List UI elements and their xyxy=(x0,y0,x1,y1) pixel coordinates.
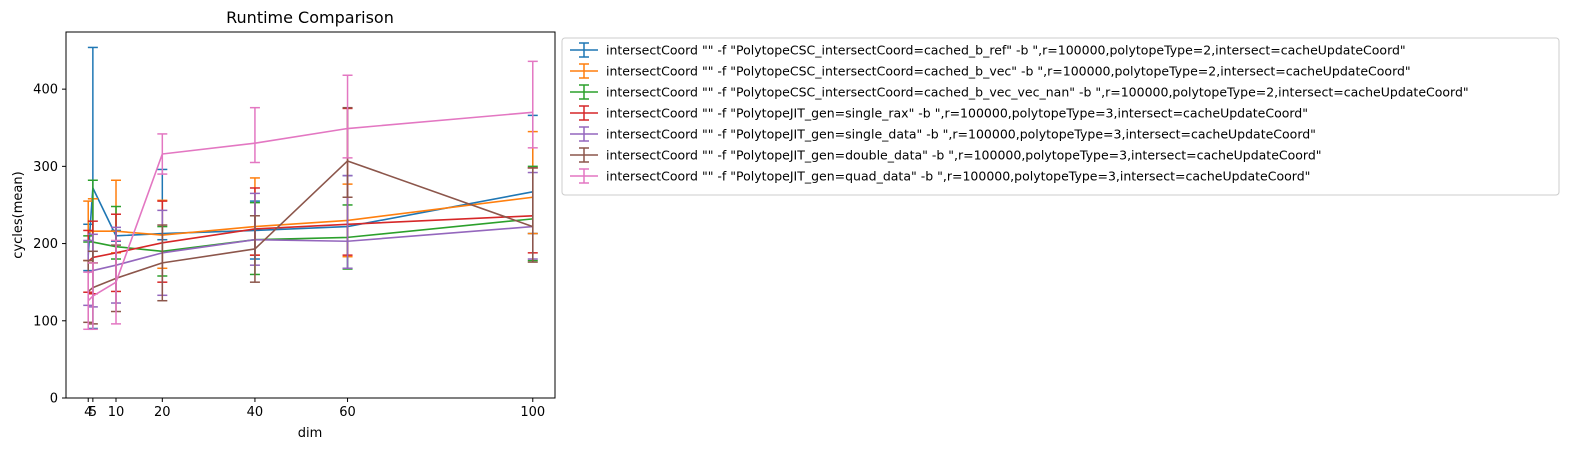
x-tick-label: 5 xyxy=(89,405,97,420)
y-tick-label: 400 xyxy=(33,83,58,98)
legend-label: intersectCoord "" -f "PolytopeJIT_gen=qu… xyxy=(606,169,1310,184)
legend-item: intersectCoord "" -f "PolytopeCSC_inters… xyxy=(570,84,1469,100)
y-tick-label: 100 xyxy=(33,314,58,329)
legend-item: intersectCoord "" -f "PolytopeJIT_gen=do… xyxy=(570,147,1322,163)
legend-item: intersectCoord "" -f "PolytopeJIT_gen=si… xyxy=(570,126,1316,142)
y-axis-label: cycles(mean) xyxy=(11,171,26,258)
x-tick-label: 20 xyxy=(154,405,171,420)
y-tick-label: 300 xyxy=(33,160,58,175)
x-tick-label: 10 xyxy=(108,405,125,420)
x-tick-label: 100 xyxy=(520,405,545,420)
y-tick-label: 0 xyxy=(50,392,58,407)
series-line xyxy=(87,111,533,302)
x-tick-label: 60 xyxy=(339,405,356,420)
x-tick-label: 40 xyxy=(247,405,264,420)
legend-label: intersectCoord "" -f "PolytopeJIT_gen=si… xyxy=(606,106,1308,121)
y-axis: 0 100 200 300 400 xyxy=(33,83,66,407)
x-axis-label: dim xyxy=(298,426,323,441)
chart: Runtime Comparison 45 10 20 40 60 100 0100200… xyxy=(11,8,1560,441)
legend-item: intersectCoord "" -f "PolytopeJIT_gen=qu… xyxy=(570,168,1310,184)
plot-frame xyxy=(65,31,556,399)
legend-label: intersectCoord "" -f "PolytopeJIT_gen=si… xyxy=(606,127,1316,142)
legend-label: intersectCoord "" -f "PolytopeCSC_inters… xyxy=(606,85,1469,100)
legend-label: intersectCoord "" -f "PolytopeCSC_inters… xyxy=(606,43,1406,58)
series-6 xyxy=(83,106,538,325)
legend-item: intersectCoord "" -f "PolytopeCSC_inters… xyxy=(570,42,1406,58)
series-2 xyxy=(83,130,538,270)
series-5 xyxy=(83,171,538,308)
legend-item: intersectCoord "" -f "PolytopeJIT_gen=si… xyxy=(570,105,1308,121)
series-1 xyxy=(83,46,538,330)
legend: intersectCoord "" -f "PolytopeCSC_inters… xyxy=(561,37,1560,196)
legend-item: intersectCoord "" -f "PolytopeCSC_inters… xyxy=(570,63,1411,79)
chart-title: Runtime Comparison xyxy=(226,8,394,27)
x-axis: 45 10 20 40 60 100 xyxy=(84,398,545,420)
y-tick-label: 200 xyxy=(33,237,58,252)
legend-label: intersectCoord "" -f "PolytopeCSC_inters… xyxy=(606,64,1411,79)
plot-area xyxy=(83,46,538,331)
legend-label: intersectCoord "" -f "PolytopeJIT_gen=do… xyxy=(606,148,1322,163)
